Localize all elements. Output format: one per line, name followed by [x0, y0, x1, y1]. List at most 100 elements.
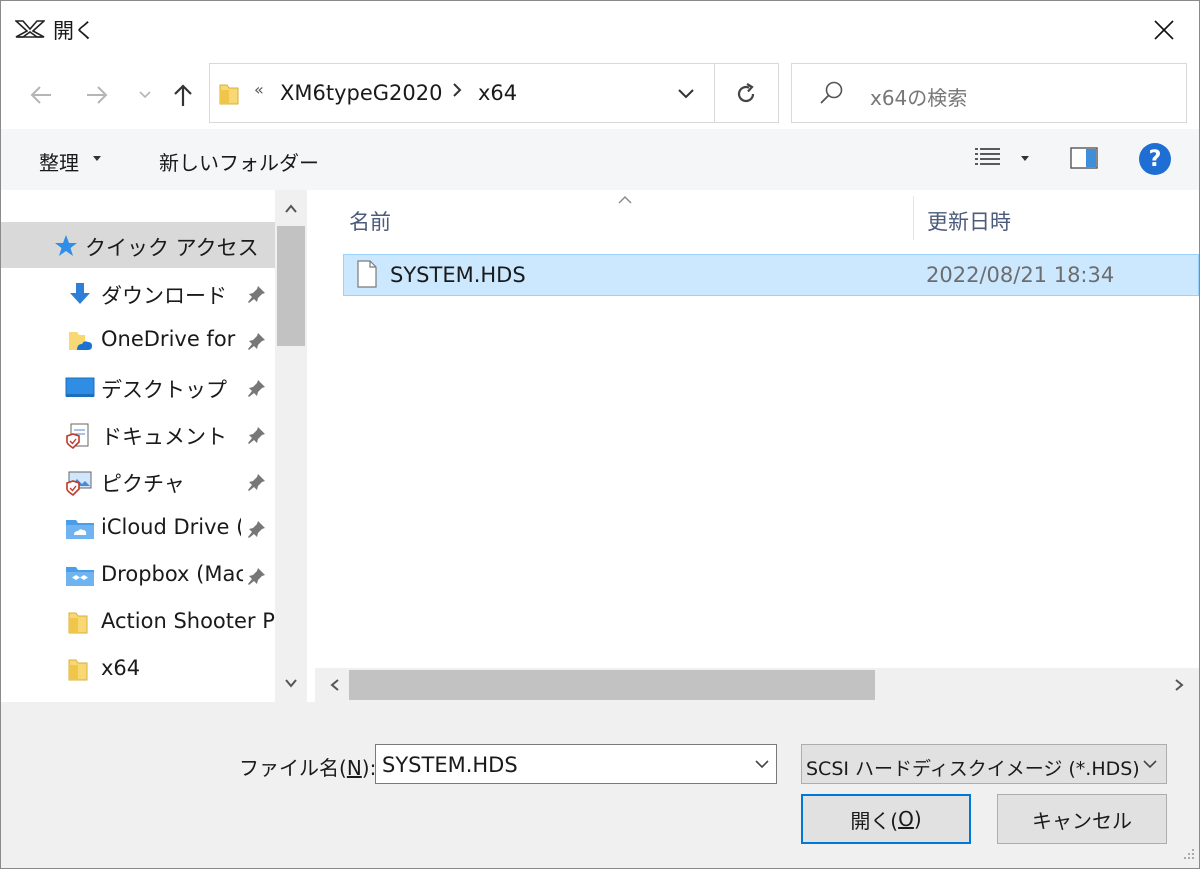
scroll-right-button[interactable]: [1167, 672, 1191, 698]
file-type-select[interactable]: SCSI ハードディスクイメージ (*.HDS): [801, 744, 1167, 784]
cancel-button[interactable]: キャンセル: [997, 794, 1167, 844]
search-placeholder: x64の検索: [870, 86, 968, 110]
file-list-scrollbar[interactable]: [315, 668, 1199, 702]
documents-icon: [65, 422, 91, 450]
open-label: 開く(: [850, 808, 899, 833]
new-folder-button[interactable]: 新しいフォルダー: [159, 147, 319, 176]
chevron-left-icon: [330, 679, 339, 691]
filename-input[interactable]: SYSTEM.HDS: [382, 753, 518, 777]
folder-icon: [218, 82, 240, 110]
pin-icon[interactable]: [247, 425, 267, 449]
file-row[interactable]: SYSTEM.HDS 2022/08/21 18:34: [343, 254, 1199, 296]
nav-item-label: ドキュメント: [101, 425, 227, 449]
pin-icon[interactable]: [247, 378, 267, 402]
chevron-down-icon: [678, 89, 694, 99]
onedrive-folder-icon: [67, 328, 93, 354]
close-icon: [1154, 20, 1174, 40]
resize-grip-icon[interactable]: [1181, 845, 1195, 864]
nav-item-icloud-drive[interactable]: iCloud Drive (: [1, 505, 275, 551]
nav-item-label: iCloud Drive (: [101, 515, 241, 539]
filename-combobox[interactable]: SYSTEM.HDS: [375, 744, 777, 784]
star-icon: [53, 233, 79, 259]
nav-item-label: Action Shooter P: [101, 609, 275, 633]
scroll-thumb[interactable]: [277, 226, 305, 346]
view-options-caret-icon[interactable]: [1021, 156, 1029, 161]
pin-icon[interactable]: [247, 566, 267, 590]
file-type-value: SCSI ハードディスクイメージ (*.HDS): [806, 758, 1140, 780]
desktop-icon: [65, 375, 95, 401]
chevron-right-icon: [1175, 679, 1184, 691]
title-bar: 開く: [1, 1, 1199, 59]
filename-label-text: ファイル名(: [239, 756, 347, 780]
nav-item-documents[interactable]: ドキュメント: [1, 411, 275, 457]
nav-item-desktop[interactable]: デスクトップ: [1, 364, 275, 410]
chevron-down-icon[interactable]: [754, 755, 770, 774]
chevron-right-icon[interactable]: [452, 82, 462, 102]
forward-button[interactable]: [81, 79, 113, 111]
pin-icon[interactable]: [247, 519, 267, 543]
pin-icon[interactable]: [247, 284, 267, 308]
back-button[interactable]: [25, 79, 57, 111]
close-button[interactable]: [1129, 1, 1199, 59]
folder-icon: [67, 610, 93, 636]
nav-pane-scrollbar[interactable]: [275, 190, 307, 702]
recent-locations-button[interactable]: [129, 79, 161, 111]
preview-pane-icon[interactable]: [1069, 145, 1099, 171]
dialog-footer: ファイル名(N): SYSTEM.HDS SCSI ハードディスクイメージ (*…: [1, 702, 1199, 868]
nav-item-label: Dropbox (Mac: [101, 562, 243, 586]
scroll-down-button[interactable]: [275, 668, 307, 698]
arrow-left-icon: [30, 86, 51, 104]
column-header-name[interactable]: 名前: [349, 206, 391, 236]
navigation-pane: クイック アクセス ダウンロード OneDrive for デスクトップ ドキュ…: [1, 190, 307, 702]
up-button[interactable]: [167, 79, 199, 111]
nav-item-x64[interactable]: x64: [1, 646, 275, 692]
arrow-right-icon: [87, 86, 108, 104]
nav-item-downloads[interactable]: ダウンロード: [1, 270, 275, 316]
chevron-down-icon: [1142, 755, 1158, 774]
file-name: SYSTEM.HDS: [390, 263, 526, 287]
address-divider: [714, 64, 715, 122]
nav-item-onedrive[interactable]: OneDrive for: [1, 317, 275, 363]
file-icon: [356, 260, 378, 292]
breadcrumb-xm6typeg2020[interactable]: XM6typeG2020: [280, 81, 443, 105]
open-file-dialog: 開く « XM6typeG2020 x64 x64の検索 整理 新しいフォルダー…: [0, 0, 1200, 869]
chevron-up-icon: [285, 204, 297, 213]
open-button[interactable]: 開く(O): [801, 794, 971, 844]
sort-ascending-icon: [617, 190, 633, 209]
address-overflow[interactable]: «: [254, 80, 264, 99]
chevron-down-icon: [139, 91, 151, 99]
refresh-button[interactable]: [724, 76, 768, 112]
window-title: 開く: [53, 19, 95, 43]
details-view-icon[interactable]: [973, 145, 1003, 171]
pin-icon[interactable]: [247, 331, 267, 355]
pin-icon[interactable]: [247, 472, 267, 496]
search-box[interactable]: x64の検索: [791, 63, 1187, 123]
file-list: 名前 更新日時 SYSTEM.HDS 2022/08/21 18:34: [315, 190, 1199, 702]
nav-item-pictures[interactable]: ピクチャ: [1, 458, 275, 504]
nav-item-dropbox[interactable]: Dropbox (Mac: [1, 552, 275, 598]
scroll-left-button[interactable]: [323, 672, 347, 698]
help-button[interactable]: ?: [1139, 143, 1171, 175]
column-divider[interactable]: [913, 196, 914, 240]
nav-item-quick-access[interactable]: クイック アクセス: [1, 222, 275, 268]
dropbox-folder-icon: [65, 563, 95, 589]
filename-accelerator: N: [346, 756, 362, 780]
column-header-date-modified[interactable]: 更新日時: [927, 206, 1011, 236]
search-icon: [818, 80, 844, 110]
navigation-bar: « XM6typeG2020 x64 x64の検索: [1, 59, 1199, 129]
address-bar[interactable]: « XM6typeG2020 x64: [209, 63, 779, 123]
nav-item-action-shooter[interactable]: Action Shooter P: [1, 599, 275, 645]
file-date-modified: 2022/08/21 18:34: [926, 263, 1115, 287]
scroll-up-button[interactable]: [275, 194, 307, 224]
address-dropdown-button[interactable]: [668, 82, 704, 106]
chevron-down-icon: [285, 679, 297, 688]
open-label-end: ): [913, 807, 922, 831]
organize-menu[interactable]: 整理: [39, 147, 79, 176]
folder-icon: [67, 657, 93, 683]
nav-item-label: クイック アクセス: [85, 236, 259, 260]
nav-item-label: OneDrive for: [101, 327, 236, 351]
filename-label: ファイル名(N):: [239, 752, 376, 781]
scroll-thumb[interactable]: [349, 670, 875, 700]
breadcrumb-x64[interactable]: x64: [478, 81, 517, 105]
nav-item-label: ダウンロード: [101, 284, 227, 308]
